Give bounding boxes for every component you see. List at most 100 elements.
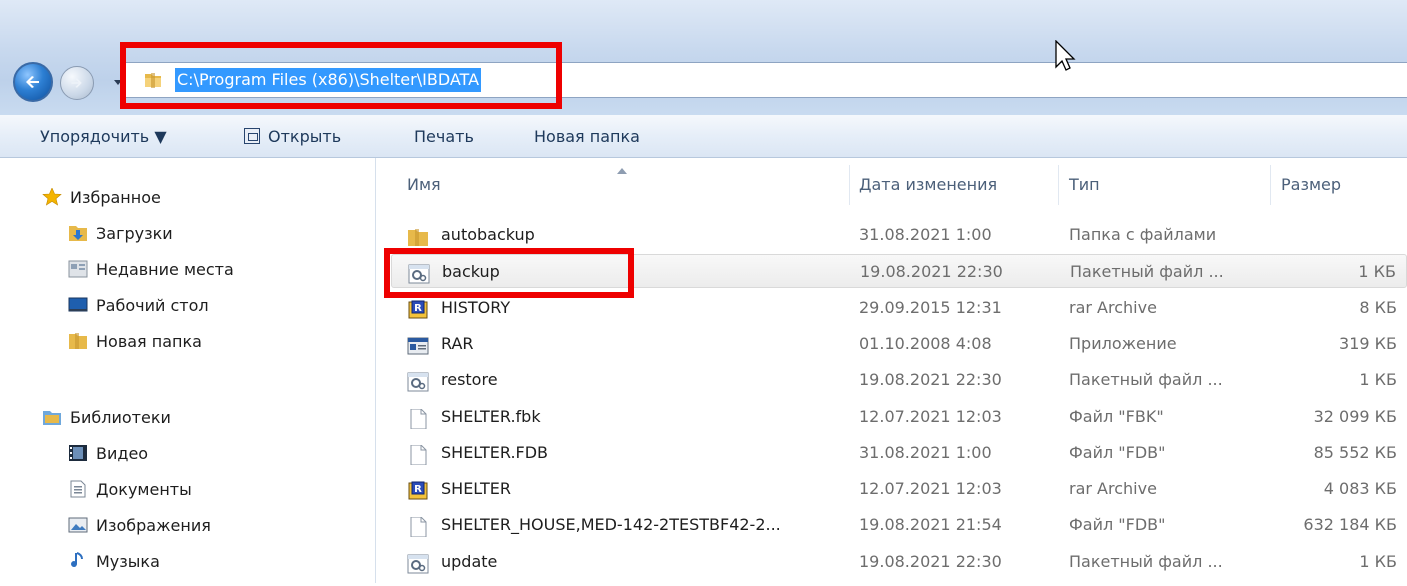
nav-new-folder-label: Новая папка: [96, 332, 202, 351]
file-date: 31.08.2021 1:00: [859, 442, 992, 462]
file-size: 32 099 КБ: [1313, 406, 1397, 426]
downloads-folder-icon: [68, 224, 88, 242]
file-name: restore: [441, 370, 498, 390]
file-type: rar Archive: [1069, 297, 1157, 317]
nav-desktop[interactable]: Рабочий стол: [68, 294, 209, 318]
file-name: update: [441, 551, 498, 571]
file-row[interactable]: autobackup 31.08.2021 1:00 Папка с файлами: [391, 218, 1407, 252]
file-size: 8 КБ: [1359, 297, 1397, 317]
arrow-right-icon: [71, 78, 82, 88]
open-label: Открыть: [268, 127, 342, 146]
folder-icon: [407, 225, 429, 246]
file-date: 12.07.2021 12:03: [859, 406, 1002, 426]
navigation-pane: Избранное Загрузки Недавние места Рабочи…: [0, 158, 375, 583]
file-type: Файл "FDB": [1069, 515, 1166, 535]
file-size: 319 КБ: [1339, 333, 1397, 353]
documents-icon: [68, 480, 88, 498]
application-icon: [407, 334, 429, 355]
file-size: 1 КБ: [1359, 370, 1397, 390]
nav-favorites[interactable]: Избранное: [42, 186, 161, 210]
nav-desktop-label: Рабочий стол: [96, 296, 209, 315]
file-name: SHELTER_HOUSE,MED-142-2TESTBF42-2...: [441, 515, 781, 535]
file-date: 19.08.2021 21:54: [859, 515, 1002, 535]
svg-text:R: R: [414, 303, 422, 314]
nav-libraries-label: Библиотеки: [70, 408, 171, 427]
file-name: RAR: [441, 333, 474, 353]
batch-file-icon: [407, 552, 429, 574]
command-toolbar: Упорядочить ▼ Открыть Печать Новая папка: [0, 115, 1407, 158]
svg-text:R: R: [414, 484, 422, 495]
libraries-icon: [42, 408, 62, 426]
nav-new-folder[interactable]: Новая папка: [68, 330, 202, 354]
recent-places-icon: [68, 260, 88, 278]
open-button[interactable]: Открыть: [244, 127, 341, 146]
file-date: 19.08.2021 22:30: [859, 370, 1002, 390]
sort-ascending-icon: [617, 168, 627, 174]
nav-favorites-label: Избранное: [70, 188, 161, 207]
video-icon: [68, 444, 88, 462]
file-row[interactable]: restore 19.08.2021 22:30 Пакетный файл ...…: [391, 363, 1407, 397]
file-size: 4 083 КБ: [1323, 479, 1397, 499]
file-row[interactable]: SHELTER.FDB 31.08.2021 1:00 Файл "FDB" 85 5…: [391, 436, 1407, 470]
file-name: SHELTER.fbk: [441, 406, 541, 426]
pane-splitter[interactable]: [375, 158, 376, 583]
file-date: 19.08.2021 22:30: [860, 262, 1003, 282]
file-row[interactable]: update 19.08.2021 22:30 Пакетный файл ... 1…: [391, 545, 1407, 579]
file-type: Приложение: [1069, 333, 1177, 353]
file-name: autobackup: [441, 225, 535, 244]
nav-music-label: Музыка: [96, 552, 160, 571]
folder-icon: [68, 332, 88, 350]
music-icon: [68, 552, 88, 570]
column-header-size[interactable]: Размер: [1281, 165, 1341, 205]
open-icon: [244, 128, 260, 144]
file-row[interactable]: R SHELTER 12.07.2021 12:03 rar Archive 4 083…: [391, 472, 1407, 506]
back-button[interactable]: [13, 62, 53, 102]
column-header-name[interactable]: Имя: [407, 165, 441, 205]
print-button[interactable]: Печать: [414, 127, 474, 146]
nav-music[interactable]: Музыка: [68, 550, 160, 574]
file-type: Пакетный файл ...: [1070, 262, 1224, 282]
nav-documents[interactable]: Документы: [68, 478, 192, 502]
highlight-frame-backup: [384, 248, 634, 298]
column-header-date[interactable]: Дата изменения: [859, 165, 997, 205]
organize-button[interactable]: Упорядочить ▼: [40, 127, 167, 146]
column-divider[interactable]: [849, 165, 850, 205]
file-type: Пакетный файл ...: [1069, 551, 1223, 571]
blank-file-icon: [407, 407, 429, 429]
file-name: SHELTER.FDB: [441, 442, 549, 462]
column-divider[interactable]: [1270, 165, 1271, 205]
nav-recent[interactable]: Недавние места: [68, 258, 234, 282]
nav-pictures-label: Изображения: [96, 516, 211, 535]
file-row[interactable]: SHELTER.fbk 12.07.2021 12:03 Файл "FBK" 32 …: [391, 400, 1407, 434]
batch-file-icon: [407, 370, 429, 392]
column-divider[interactable]: [1058, 165, 1059, 205]
column-header-type[interactable]: Тип: [1069, 165, 1100, 205]
new-folder-button[interactable]: Новая папка: [534, 127, 640, 146]
file-date: 12.07.2021 12:03: [859, 479, 1002, 499]
mouse-cursor-icon: [1055, 40, 1076, 71]
file-row[interactable]: SHELTER_HOUSE,MED-142-2TESTBF42-2... 19.0…: [391, 508, 1407, 542]
file-type: Папка с файлами: [1069, 225, 1217, 244]
rar-archive-icon: R: [407, 298, 429, 319]
star-icon: [42, 187, 62, 206]
file-size: 85 552 КБ: [1313, 442, 1397, 462]
nav-downloads[interactable]: Загрузки: [68, 222, 173, 246]
desktop-icon: [68, 296, 88, 314]
file-row[interactable]: RAR 01.10.2008 4:08 Приложение 319 КБ: [391, 327, 1407, 361]
file-size: 1 КБ: [1358, 262, 1396, 282]
forward-button[interactable]: [60, 66, 94, 100]
nav-libraries[interactable]: Библиотеки: [42, 406, 171, 430]
file-type: Пакетный файл ...: [1069, 370, 1223, 390]
nav-video[interactable]: Видео: [68, 442, 148, 466]
file-size: 1 КБ: [1359, 551, 1397, 571]
nav-pictures[interactable]: Изображения: [68, 514, 211, 538]
arrow-left-icon: [26, 76, 39, 88]
nav-downloads-label: Загрузки: [96, 224, 173, 243]
address-bar-area: C:\Program Files (x86)\Shelter\IBDATA: [0, 0, 1407, 115]
file-date: 01.10.2008 4:08: [859, 333, 992, 353]
nav-recent-label: Недавние места: [96, 260, 234, 279]
nav-video-label: Видео: [96, 444, 149, 463]
rar-archive-icon: R: [407, 479, 429, 500]
highlight-frame-address: [120, 42, 562, 109]
file-type: rar Archive: [1069, 479, 1157, 499]
